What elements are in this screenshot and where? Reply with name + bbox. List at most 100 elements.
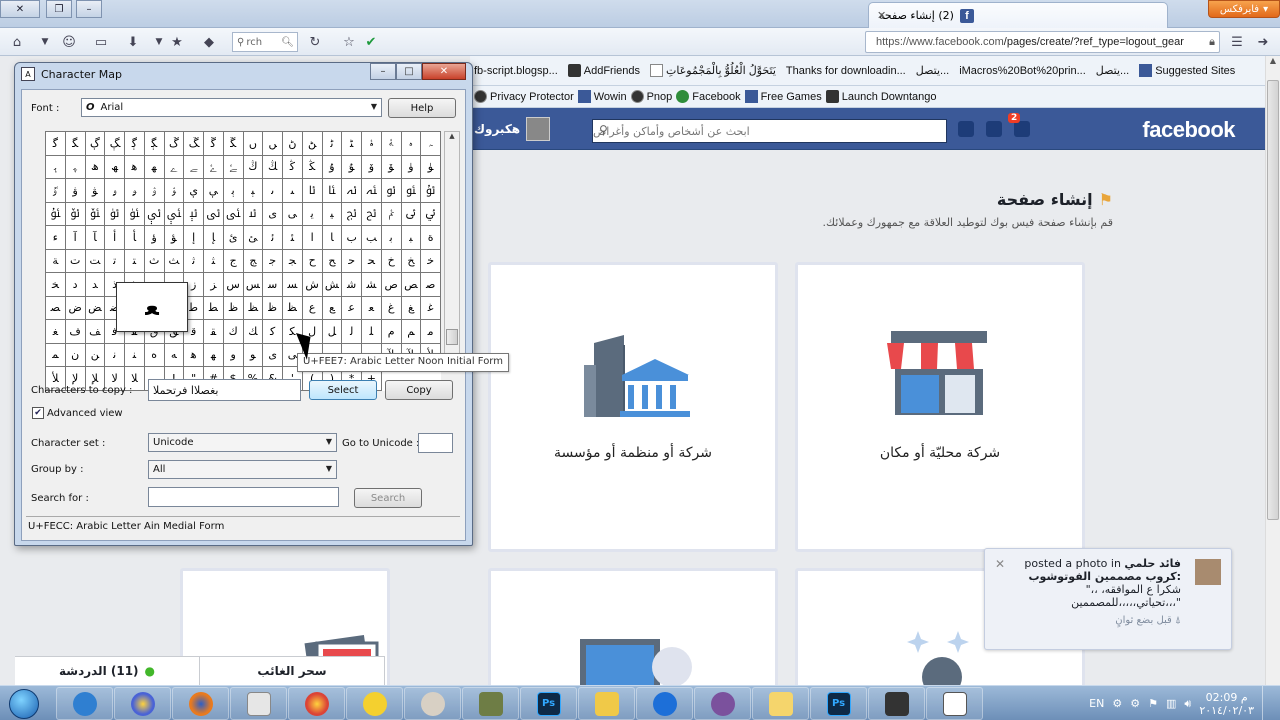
- bookmark-item[interactable]: iMacros%20Bot%20prin...: [959, 65, 1086, 77]
- character-cell[interactable]: ﯴ: [105, 202, 125, 226]
- character-cell[interactable]: ﺍ: [302, 226, 323, 250]
- taskbar-item[interactable]: [462, 687, 519, 720]
- character-cell[interactable]: ﻞ: [322, 320, 343, 344]
- character-cell[interactable]: ﯗ: [322, 155, 343, 179]
- character-cell[interactable]: ﯲ: [65, 202, 86, 226]
- character-cell[interactable]: ﯼ: [263, 202, 283, 226]
- taskbar-item[interactable]: [56, 687, 113, 720]
- character-cell[interactable]: ﺧ: [421, 249, 441, 273]
- character-cell[interactable]: ﻦ: [85, 343, 106, 367]
- character-cell[interactable]: ﺨ: [46, 273, 66, 297]
- character-cell[interactable]: ﰀ: [342, 202, 362, 226]
- character-cell[interactable]: ﻍ: [381, 296, 402, 320]
- character-cell[interactable]: ﯕ: [283, 155, 303, 179]
- browser-tab[interactable]: f (2) إنشاء صفحة ✕: [868, 2, 1168, 28]
- character-cell[interactable]: ﺜ: [204, 249, 224, 273]
- chat-tab[interactable]: سحر الغائب: [200, 657, 385, 685]
- character-cell[interactable]: ﰂ: [381, 202, 402, 226]
- close-icon[interactable]: ✕: [995, 557, 1005, 571]
- character-cell[interactable]: ﯰ: [421, 179, 441, 203]
- card-entertainment[interactable]: [488, 568, 778, 698]
- character-cell[interactable]: ﯷ: [164, 202, 185, 226]
- character-cell[interactable]: ﮛ: [184, 132, 204, 156]
- friend-requests-icon[interactable]: [958, 121, 974, 137]
- character-cell[interactable]: ﺔ: [46, 249, 66, 273]
- reload-icon[interactable]: ↻: [304, 32, 326, 52]
- character-cell[interactable]: ﯨ: [263, 179, 283, 203]
- character-cell[interactable]: ﯹ: [204, 202, 224, 226]
- search-box[interactable]: ⚲ rch 🔍︎: [232, 32, 298, 52]
- character-cell[interactable]: ﺑ: [381, 226, 402, 250]
- character-cell[interactable]: ﯓ: [243, 155, 264, 179]
- character-cell[interactable]: ﯞ: [65, 179, 86, 203]
- character-cell[interactable]: ﯝ: [46, 179, 66, 203]
- search-icon[interactable]: ⚲: [599, 123, 608, 137]
- character-cell[interactable]: ﮩ: [65, 155, 86, 179]
- character-cell[interactable]: ﯢ: [144, 179, 165, 203]
- help-button[interactable]: Help: [388, 98, 456, 118]
- facebook-search-input[interactable]: ابحث عن أشخاص وأماكن وأغراض ⚲: [592, 119, 947, 143]
- character-cell[interactable]: ﯵ: [125, 202, 145, 226]
- character-cell[interactable]: ﺪ: [85, 273, 106, 297]
- character-cell[interactable]: ﮮ: [164, 155, 185, 179]
- character-cell[interactable]: ﺠ: [283, 249, 303, 273]
- character-cell[interactable]: ﺩ: [65, 273, 86, 297]
- taskbar-item[interactable]: [868, 687, 925, 720]
- character-cell[interactable]: ﮟ: [263, 132, 283, 156]
- character-cell[interactable]: ﺛ: [184, 249, 204, 273]
- taskbar-item[interactable]: [752, 687, 809, 720]
- character-cell[interactable]: ﯭ: [362, 179, 382, 203]
- character-cell[interactable]: ﮨ: [46, 155, 66, 179]
- bookmark-item[interactable]: Facebook: [676, 90, 741, 103]
- addon-face-icon[interactable]: ☺: [58, 32, 80, 52]
- minimize-button[interactable]: –: [370, 63, 396, 80]
- character-cell[interactable]: ﮬ: [125, 155, 145, 179]
- character-cell[interactable]: ﺘ: [125, 249, 145, 273]
- tray-icon[interactable]: ⚙: [1112, 697, 1122, 710]
- character-cell[interactable]: ﺚ: [164, 249, 185, 273]
- character-cell[interactable]: ﺙ: [144, 249, 165, 273]
- url-bar[interactable]: https://www.facebook.com/pages/create/?r…: [865, 31, 1220, 53]
- character-cell[interactable]: ﺂ: [85, 226, 106, 250]
- character-cell[interactable]: ﺓ: [421, 226, 441, 250]
- clock[interactable]: 02:09 م ٢٠١٤/٠٢/٠٣: [1199, 691, 1254, 717]
- character-cell[interactable]: ﻇ: [263, 296, 283, 320]
- character-cell[interactable]: ﻊ: [322, 296, 343, 320]
- character-cell[interactable]: ﺐ: [362, 226, 382, 250]
- character-cell[interactable]: ﻮ: [243, 343, 264, 367]
- magnifier-icon[interactable]: 🔍︎: [281, 37, 297, 48]
- character-cell[interactable]: ﮯ: [184, 155, 204, 179]
- character-cell[interactable]: ﯾ: [302, 202, 323, 226]
- character-cell[interactable]: ﻏ: [421, 296, 441, 320]
- character-cell[interactable]: ﮚ: [164, 132, 185, 156]
- scroll-up-icon[interactable]: ▲: [445, 132, 459, 140]
- chevron-down-icon[interactable]: ▼: [34, 32, 56, 52]
- notification-popup[interactable]: ✕ posted a photo in فائد حلمي كروب مصممي…: [984, 548, 1232, 650]
- character-cell[interactable]: ﯳ: [85, 202, 106, 226]
- character-cell[interactable]: ﻭ: [223, 343, 244, 367]
- character-cell[interactable]: ﻠ: [362, 320, 382, 344]
- window-icon[interactable]: ▭: [90, 32, 112, 52]
- character-cell[interactable]: ﯣ: [164, 179, 185, 203]
- character-cell[interactable]: ﮰ: [204, 155, 224, 179]
- character-cell[interactable]: ﯟ: [85, 179, 106, 203]
- character-cell[interactable]: ﯡ: [125, 179, 145, 203]
- character-cell[interactable]: ﺗ: [105, 249, 125, 273]
- character-cell[interactable]: ﯪ: [302, 179, 323, 203]
- character-cell[interactable]: ﺾ: [85, 296, 106, 320]
- character-cell[interactable]: ﺼ: [46, 296, 66, 320]
- character-cell[interactable]: ﮗ: [105, 132, 125, 156]
- close-window-button[interactable]: ✕: [0, 0, 40, 18]
- character-cell[interactable]: ﮢ: [322, 132, 343, 156]
- character-cell[interactable]: ﻚ: [243, 320, 264, 344]
- character-cell[interactable]: ﺶ: [322, 273, 343, 297]
- bookmark-star-icon[interactable]: ☆: [338, 32, 360, 52]
- character-cell[interactable]: ﻆ: [243, 296, 264, 320]
- home-icon[interactable]: ⌂: [6, 32, 28, 52]
- taskbar-item[interactable]: [404, 687, 461, 720]
- character-grid[interactable]: ﮔﮕﮖﮗﮘﮙﮚﮛﮜﮝﮞﮟﮠﮡﮢﮣﮤﮥﮦﮧ ﮨﮩﮪﮫﮬﮭﮮﮯﮰﮱﯓﯔﯕﯖﯗﯘﯙﯚﯛﯜ…: [45, 131, 441, 391]
- character-cell[interactable]: ﺏ: [342, 226, 362, 250]
- taskbar-item[interactable]: [346, 687, 403, 720]
- character-cell[interactable]: ﻑ: [65, 320, 86, 344]
- character-cell[interactable]: ﯮ: [381, 179, 402, 203]
